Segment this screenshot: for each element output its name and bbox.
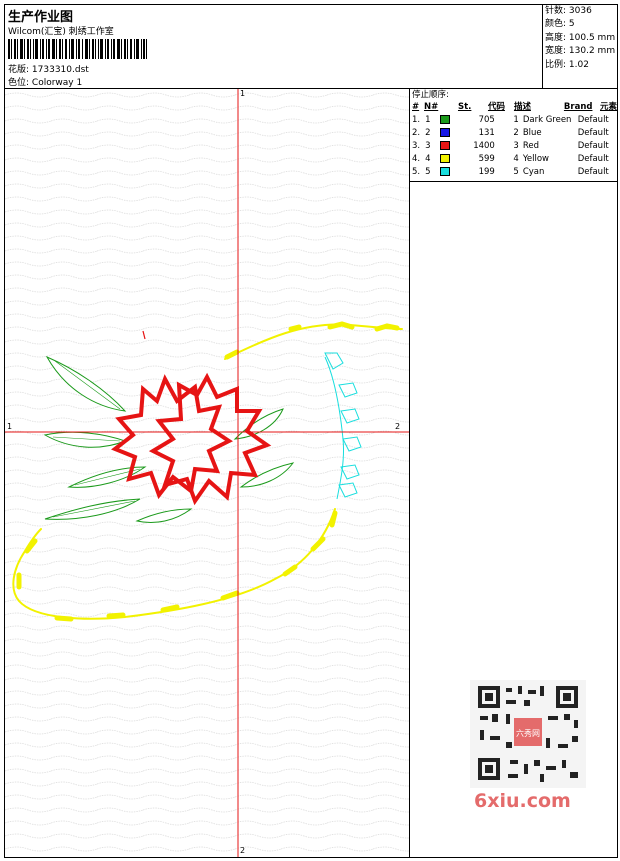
col-element: 元素 (599, 102, 617, 112)
table-row: 2. 2 131 2 Blue Default (412, 127, 617, 140)
axis-label-top: 1 (240, 89, 246, 98)
row-needle: 4 (425, 154, 431, 164)
axis-label-left: 1 (7, 422, 13, 431)
spec-width: 宽度: 130.2 mm (545, 46, 616, 57)
row-brand: Default (577, 167, 609, 177)
table-row: 1. 1 705 1 Dark Green Default (412, 114, 617, 127)
row-swatch (440, 166, 462, 179)
row-index: 3. (412, 141, 421, 151)
row-index: 4. (412, 154, 421, 164)
site-watermark: 6xiu.com (474, 790, 571, 812)
row-code: 4 (513, 154, 519, 164)
design-canvas: 1 1 2 2 (5, 89, 409, 857)
row-index: 5. (412, 167, 421, 177)
colorway-label: 色位: (8, 78, 30, 88)
row-swatch (440, 127, 462, 140)
color-swatch (440, 154, 451, 163)
row-needle: 1 (425, 115, 431, 125)
col-description: 描述 (513, 102, 531, 112)
stop-sequence-title: 停止顺序: (412, 90, 449, 100)
colorway-value: Colorway 1 (31, 78, 83, 88)
axis-label-right: 2 (395, 422, 401, 431)
color-swatch (440, 115, 451, 124)
row-code: 1 (513, 115, 519, 125)
row-code: 2 (513, 128, 519, 138)
row-needle: 2 (425, 128, 431, 138)
spec-height: 高度: 100.5 mm (545, 32, 616, 43)
row-brand: Default (577, 154, 609, 164)
row-description: Cyan (522, 167, 545, 177)
row-stitches: 705 (478, 115, 495, 125)
table-header-row: # N# St. 代码 描述 Brand 元素 (412, 101, 617, 114)
embroidery-preview (5, 89, 409, 857)
stop-sequence-box: 停止顺序: # N# St. 代码 描述 Brand 元素 1. 1 705 1 Dar… (410, 89, 618, 182)
spec-colors: 颜色: 5 (545, 19, 575, 30)
row-index: 2. (412, 128, 421, 138)
row-code: 3 (513, 141, 519, 151)
design-value: 1733310.dst (31, 65, 89, 75)
row-needle: 3 (425, 141, 431, 151)
row-description: Red (522, 141, 539, 151)
col-brand: Brand (563, 102, 593, 112)
row-brand: Default (577, 115, 609, 125)
table-row: 3. 3 1400 3 Red Default (412, 140, 617, 153)
col-code: 代码 (487, 102, 505, 112)
company-name: Wilcom(汇宝) 刺绣工作室 (8, 27, 114, 37)
col-stitches: St. (457, 102, 472, 112)
colorway-info: 色位: Colorway 1 (8, 75, 82, 88)
header: 生产作业图 Wilcom(汇宝) 刺绣工作室 花版: 1733310.dst 色… (4, 4, 618, 89)
row-swatch (440, 153, 462, 166)
row-description: Yellow (522, 154, 549, 164)
qr-logo-text: 六秀网 (516, 728, 540, 738)
axis-label-bottom: 2 (240, 846, 246, 855)
fabric-texture (5, 89, 409, 857)
stop-sequence-rows: 1. 1 705 1 Dark Green Default 2. 2 131 2 Blue Defau… (412, 114, 617, 179)
row-description: Dark Green (522, 115, 572, 125)
row-stitches: 131 (478, 128, 495, 138)
table-row: 4. 4 599 4 Yellow Default (412, 153, 617, 166)
row-stitches: 1400 (473, 141, 495, 151)
color-swatch (440, 141, 451, 150)
row-description: Blue (522, 128, 542, 138)
col-index: # (412, 102, 420, 112)
barcode-image (8, 39, 147, 59)
page-title: 生产作业图 (8, 10, 74, 25)
row-swatch (440, 140, 462, 153)
stop-sequence-table: # N# St. 代码 描述 Brand 元素 (412, 101, 617, 114)
spec-stitches: 针数: 3036 (545, 6, 592, 16)
row-brand: Default (577, 128, 609, 138)
design-label: 花版: (8, 65, 30, 75)
color-swatch (440, 128, 451, 137)
specs-panel: 针数: 3036 颜色: 5 高度: 100.5 mm 宽度: 130.2 mm… (542, 4, 618, 89)
row-index: 1. (412, 115, 421, 125)
row-needle: 5 (425, 167, 431, 177)
row-code: 5 (513, 167, 519, 177)
table-row: 5. 5 199 5 Cyan Default (412, 166, 617, 179)
col-needle: N# (423, 102, 439, 112)
row-stitches: 599 (478, 154, 495, 164)
row-brand: Default (577, 141, 609, 151)
row-stitches: 199 (478, 167, 495, 177)
spec-scale: 比例: 1.02 (545, 59, 589, 70)
qr-code-image: 六秀网 (470, 680, 586, 788)
color-swatch (440, 167, 451, 176)
design-info: 花版: 1733310.dst (8, 62, 89, 75)
row-swatch (440, 114, 462, 127)
